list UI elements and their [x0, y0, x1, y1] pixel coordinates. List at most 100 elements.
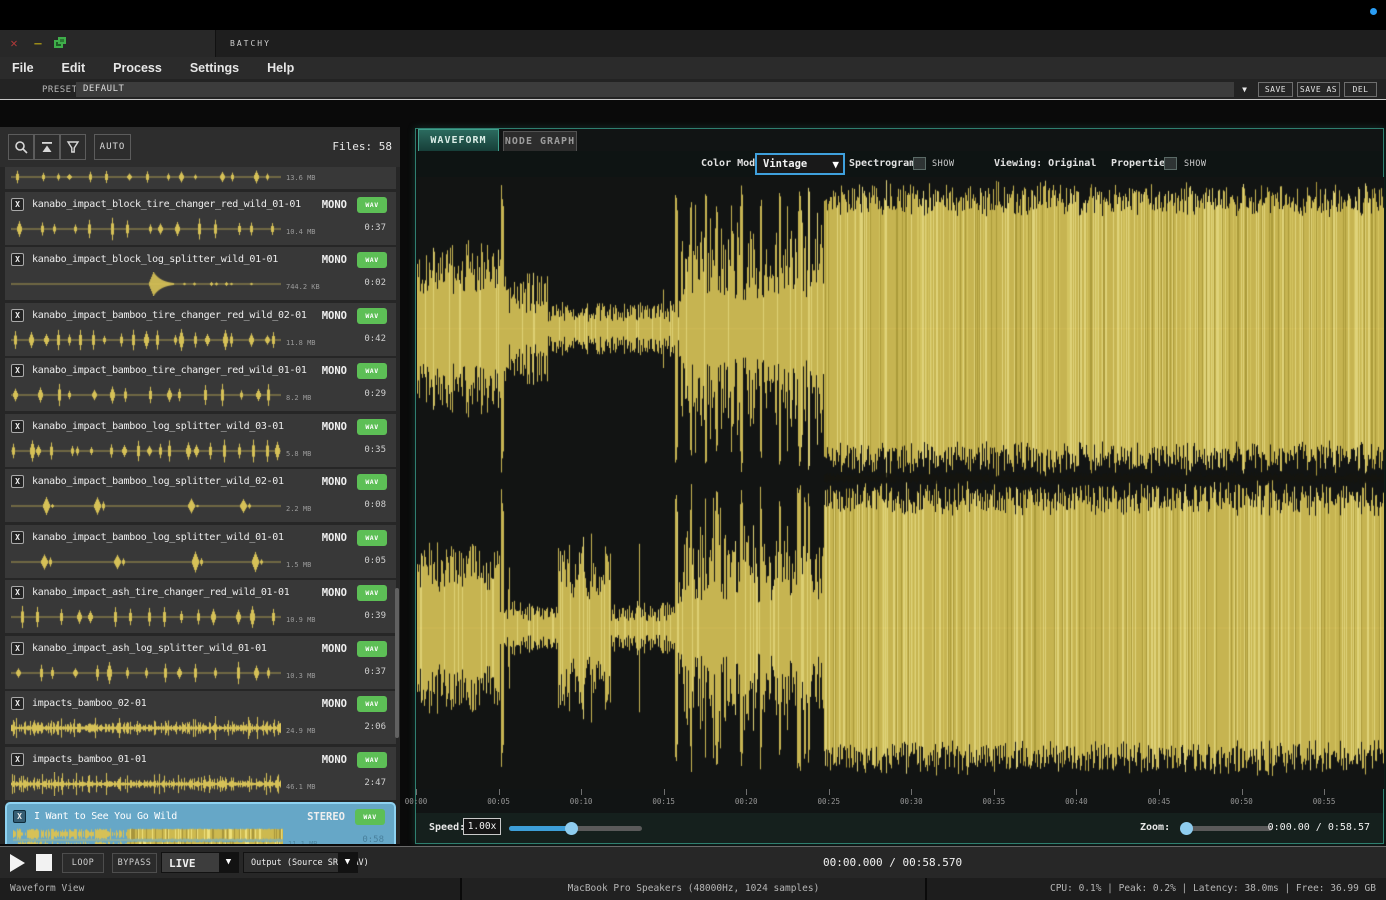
file-size-label: 10.9 MB — [286, 616, 316, 624]
status-view-name: Waveform View — [0, 878, 460, 900]
duration-label: 0:02 — [364, 278, 386, 288]
maximize-icon[interactable] — [52, 37, 68, 53]
file-item[interactable]: Ximpacts_bamboo_01-01MONOWAV2:4746.1 MB — [5, 747, 396, 800]
speed-slider-fill — [509, 826, 571, 831]
channel-label: MONO — [322, 698, 347, 710]
ruler-tick — [829, 789, 830, 795]
file-item[interactable]: 13.6 MB — [5, 167, 396, 189]
file-item[interactable]: Xkanabo_impact_ash_tire_changer_red_wild… — [5, 580, 396, 633]
tab-waveform[interactable]: WAVEFORM — [418, 129, 499, 151]
ruler-tick-label: 00:05 — [487, 797, 510, 806]
main-waveform-canvas[interactable] — [417, 177, 1384, 789]
spectrogram-checkbox[interactable] — [913, 157, 926, 170]
file-size-label: 24.9 MB — [286, 727, 316, 735]
scrollbar-thumb[interactable] — [395, 588, 399, 738]
file-item[interactable]: Xkanabo_impact_ash_log_splitter_wild_01-… — [5, 636, 396, 689]
file-waveform-canvas — [11, 550, 281, 574]
tab-node-graph[interactable]: NODE GRAPH — [503, 131, 577, 151]
menu-settings[interactable]: Settings — [176, 57, 253, 79]
file-checkbox[interactable]: X — [11, 364, 24, 377]
delete-preset-button[interactable]: DEL — [1344, 82, 1377, 97]
play-icon[interactable] — [10, 854, 25, 872]
output-dropdown[interactable]: Output (Source SR, WAV) ▼ — [243, 852, 358, 873]
filter-button[interactable] — [60, 134, 86, 160]
file-checkbox[interactable]: X — [11, 697, 24, 710]
file-checkbox[interactable]: X — [11, 475, 24, 488]
wav-badge: WAV — [357, 696, 387, 712]
file-item[interactable]: Xkanabo_impact_bamboo_log_splitter_wild_… — [5, 414, 396, 467]
ruler-tick — [911, 789, 912, 795]
file-checkbox[interactable]: X — [11, 642, 24, 655]
wav-badge: WAV — [357, 752, 387, 768]
view-controls-row: Color Mode: Vintage ▼ Spectrogram: SHOW … — [416, 151, 1383, 177]
file-size-label: 10.4 MB — [286, 228, 316, 236]
file-item[interactable]: Xkanabo_impact_block_log_splitter_wild_0… — [5, 247, 396, 300]
file-waveform-canvas — [11, 328, 281, 352]
close-icon[interactable]: ✕ — [6, 35, 22, 51]
duration-label: 0:37 — [364, 667, 386, 677]
file-checkbox[interactable]: X — [11, 420, 24, 433]
file-item[interactable]: Xkanabo_impact_bamboo_tire_changer_red_w… — [5, 303, 396, 356]
window-controls: ✕ — — [0, 30, 216, 57]
minimize-icon[interactable]: — — [30, 35, 46, 51]
file-checkbox[interactable]: X — [11, 309, 24, 322]
auto-button[interactable]: AUTO — [94, 134, 131, 160]
menu-help[interactable]: Help — [253, 57, 308, 79]
file-item[interactable]: XI Want to See You Go WildSTEREOWAV0:581… — [5, 802, 396, 844]
speed-value-input[interactable]: 1.00x — [463, 818, 501, 835]
file-item[interactable]: Xkanabo_impact_bamboo_log_splitter_wild_… — [5, 525, 396, 578]
properties-checkbox[interactable] — [1164, 157, 1177, 170]
panel-footer: Speed: 1.00x Zoom: 0:00.00 / 0:58.57 — [416, 813, 1383, 843]
file-item[interactable]: Xkanabo_impact_bamboo_tire_changer_red_w… — [5, 358, 396, 411]
file-item[interactable]: Ximpacts_bamboo_02-01MONOWAV2:0624.9 MB — [5, 691, 396, 744]
menu-file[interactable]: File — [0, 57, 48, 79]
app-window: ✕ — BATCHY File Edit Process Settings He… — [0, 0, 1386, 900]
search-button[interactable] — [8, 134, 34, 160]
channel-label: MONO — [322, 199, 347, 211]
file-size-label: 8.2 MB — [286, 394, 311, 402]
sort-button[interactable] — [34, 134, 60, 160]
file-checkbox[interactable]: X — [13, 810, 26, 823]
save-button[interactable]: SAVE — [1258, 82, 1293, 97]
file-name: kanabo_impact_bamboo_tire_changer_red_wi… — [32, 365, 307, 376]
file-item[interactable]: Xkanabo_impact_block_tire_changer_red_wi… — [5, 192, 396, 245]
bypass-button[interactable]: BYPASS — [112, 853, 157, 873]
file-name: impacts_bamboo_02-01 — [32, 698, 146, 709]
preset-dropdown-arrow-icon[interactable]: ▼ — [1237, 82, 1252, 97]
file-checkbox[interactable]: X — [11, 198, 24, 211]
duration-label: 0:35 — [364, 445, 386, 455]
ruler-tick-label: 00:15 — [652, 797, 675, 806]
live-mode-dropdown[interactable]: LIVE ▼ — [161, 852, 239, 873]
color-mode-dropdown[interactable]: Vintage ▼ — [755, 153, 845, 175]
menu-edit[interactable]: Edit — [48, 57, 100, 79]
speed-slider[interactable] — [509, 826, 642, 831]
viewing-label: Viewing: Original — [994, 158, 1096, 169]
wav-badge: WAV — [357, 419, 387, 435]
save-as-button[interactable]: SAVE AS — [1297, 82, 1340, 97]
menu-process[interactable]: Process — [99, 57, 176, 79]
transport-bar: LOOP BYPASS LIVE ▼ Output (Source SR, WA… — [0, 846, 1386, 878]
speed-slider-thumb[interactable] — [565, 822, 578, 835]
desktop-strip — [0, 0, 1386, 30]
zoom-slider-thumb[interactable] — [1180, 822, 1193, 835]
ruler-tick-label: 00:00 — [405, 797, 428, 806]
file-checkbox[interactable]: X — [11, 253, 24, 266]
zoom-slider[interactable] — [1184, 826, 1272, 831]
preset-field[interactable]: DEFAULT — [76, 82, 1234, 97]
file-checkbox[interactable]: X — [11, 586, 24, 599]
chevron-down-icon: ▼ — [832, 158, 839, 171]
file-checkbox[interactable]: X — [11, 753, 24, 766]
file-name: impacts_bamboo_01-01 — [32, 754, 146, 765]
file-name: kanabo_impact_bamboo_tire_changer_red_wi… — [32, 310, 307, 321]
window-title: BATCHY — [230, 39, 271, 48]
channel-label: MONO — [322, 754, 347, 766]
file-checkbox[interactable]: X — [11, 531, 24, 544]
file-item[interactable]: Xkanabo_impact_bamboo_log_splitter_wild_… — [5, 469, 396, 522]
file-name: kanabo_impact_bamboo_log_splitter_wild_0… — [32, 532, 284, 543]
stop-icon[interactable] — [36, 854, 52, 871]
file-name: kanabo_impact_bamboo_log_splitter_wild_0… — [32, 421, 284, 432]
ruler-tick-label: 00:55 — [1313, 797, 1336, 806]
wav-badge: WAV — [357, 530, 387, 546]
filter-icon — [66, 140, 80, 154]
loop-button[interactable]: LOOP — [62, 853, 104, 873]
